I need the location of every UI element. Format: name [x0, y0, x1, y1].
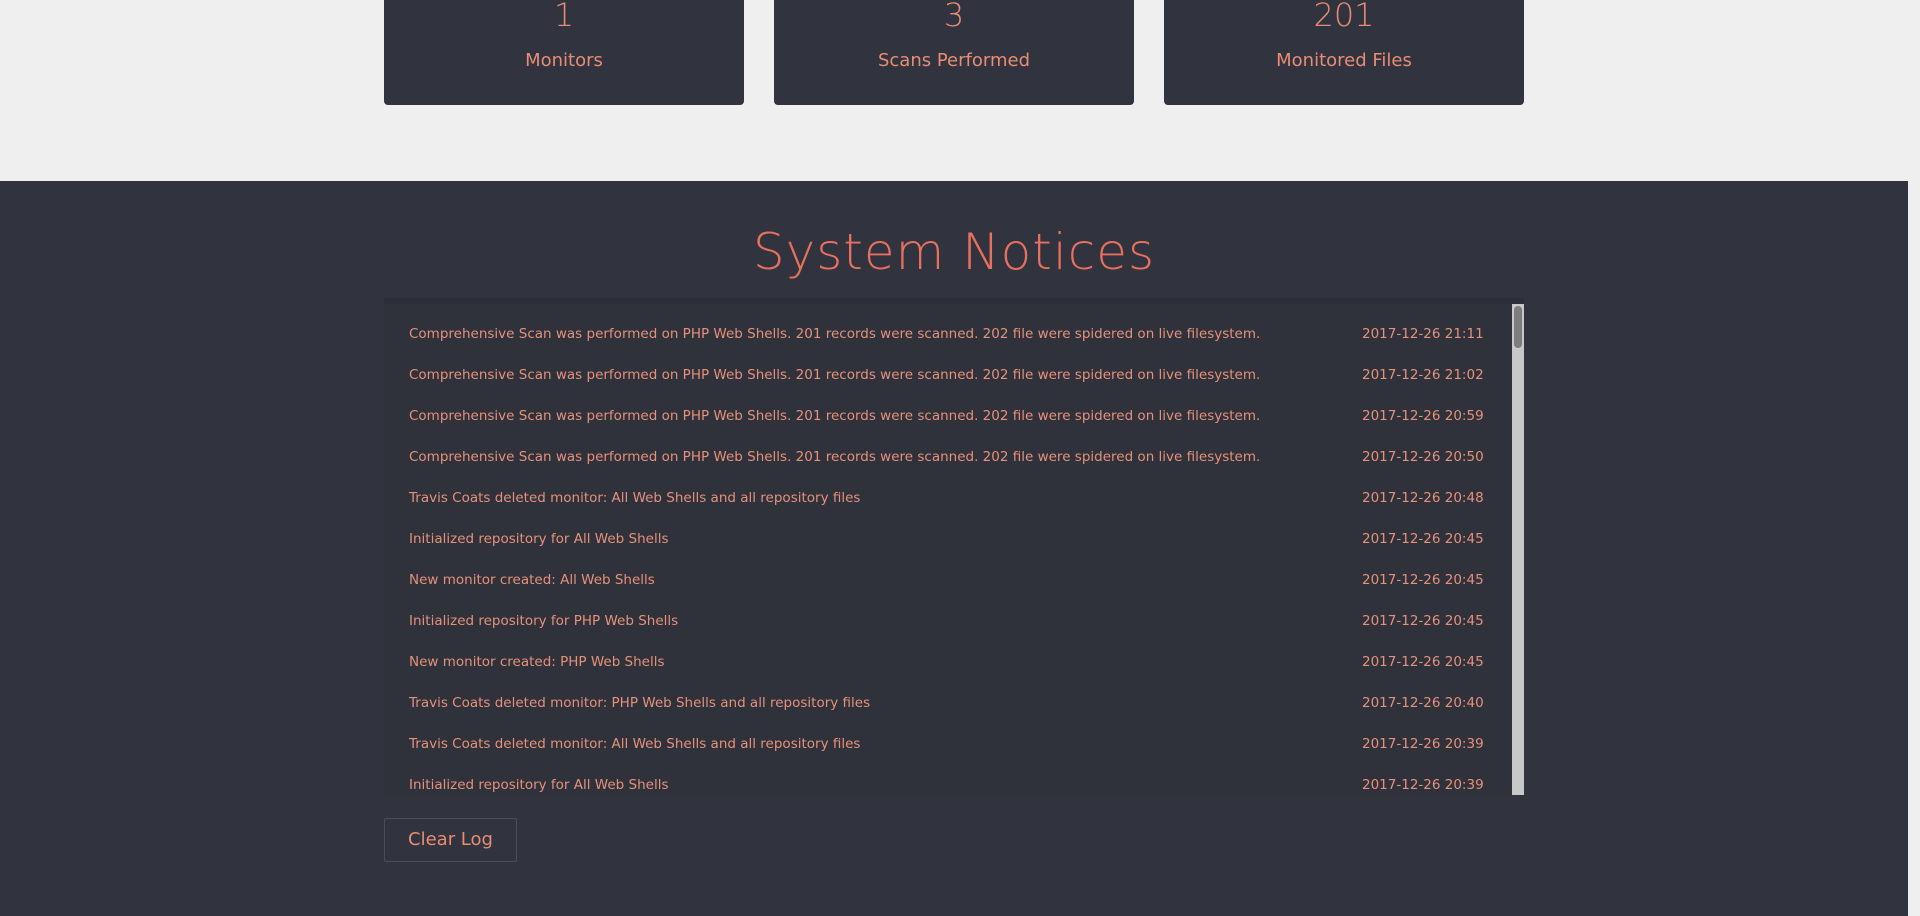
log-entry: New monitor created: PHP Web Shells 2017-…: [384, 642, 1512, 683]
log-entry: Travis Coats deleted monitor: PHP Web Sh…: [384, 683, 1512, 724]
log-message: Initialized repository for All Web Shell…: [409, 777, 669, 793]
log-timestamp: 2017-12-26 20:59: [1362, 408, 1484, 424]
stat-value: 201: [1313, 0, 1375, 34]
log-message: Comprehensive Scan was performed on PHP …: [409, 367, 1261, 383]
log-message: Initialized repository for PHP Web Shell…: [409, 613, 679, 629]
log-message: Travis Coats deleted monitor: PHP Web Sh…: [409, 695, 871, 711]
log-entry: Initialized repository for All Web Shell…: [384, 765, 1512, 795]
log-timestamp: 2017-12-26 20:39: [1362, 777, 1484, 793]
log-entry: Travis Coats deleted monitor: All Web Sh…: [384, 478, 1512, 519]
stat-card-monitors: 1 Monitors: [384, 0, 744, 105]
log-entry: Comprehensive Scan was performed on PHP …: [384, 314, 1512, 355]
stat-label: Monitors: [525, 50, 603, 71]
stat-value: 3: [943, 0, 965, 34]
log-timestamp: 2017-12-26 20:48: [1362, 490, 1484, 506]
scrollbar-thumb[interactable]: [1514, 306, 1522, 348]
stat-label: Monitored Files: [1276, 50, 1412, 71]
log-entry: Comprehensive Scan was performed on PHP …: [384, 437, 1512, 478]
log-timestamp: 2017-12-26 20:40: [1362, 695, 1484, 711]
clear-log-button[interactable]: Clear Log: [384, 818, 517, 862]
log-entry: New monitor created: All Web Shells 2017-…: [384, 560, 1512, 601]
system-notices-section: System Notices Initialized repository fo…: [0, 181, 1908, 916]
log-message: Travis Coats deleted monitor: All Web Sh…: [409, 490, 861, 506]
section-title: System Notices: [752, 223, 1156, 281]
log-message: Initialized repository for All Web Shell…: [409, 531, 669, 547]
log-timestamp: 2017-12-26 20:50: [1362, 449, 1484, 465]
log-entry: Comprehensive Scan was performed on PHP …: [384, 396, 1512, 437]
log-timestamp: 2017-12-26 20:45: [1362, 531, 1484, 547]
log-message: Comprehensive Scan was performed on PHP …: [409, 449, 1261, 465]
log-timestamp: 2017-12-26 20:45: [1362, 613, 1484, 629]
log-timestamp: 2017-12-26 20:45: [1362, 572, 1484, 588]
stat-card-scans: 3 Scans Performed: [774, 0, 1134, 105]
log-entry: Initialized repository for All Web Shell…: [384, 519, 1512, 560]
log-entry: Travis Coats deleted monitor: All Web Sh…: [384, 724, 1512, 765]
notice-log[interactable]: Initialized repository for All Web Shell…: [384, 298, 1524, 795]
stat-label: Scans Performed: [877, 50, 1030, 71]
log-entry: Comprehensive Scan was performed on PHP …: [384, 355, 1512, 396]
log-timestamp: 2017-12-26 21:02: [1362, 367, 1484, 383]
log-message: New monitor created: PHP Web Shells: [409, 654, 665, 670]
stats-section: 1 Monitors 3 Scans Performed 201 Monitor…: [0, 0, 1920, 181]
log-timestamp: 2017-12-26 21:11: [1362, 326, 1484, 342]
log-timestamp: 2017-12-26 20:39: [1362, 736, 1484, 752]
log-scrollbar[interactable]: [1512, 304, 1524, 795]
stat-card-files: 201 Monitored Files: [1164, 0, 1524, 105]
stat-value: 1: [553, 0, 575, 34]
log-message: Comprehensive Scan was performed on PHP …: [409, 326, 1261, 342]
log-entry: Initialized repository for PHP Web Shell…: [384, 601, 1512, 642]
log-message: Comprehensive Scan was performed on PHP …: [409, 408, 1261, 424]
log-message: New monitor created: All Web Shells: [409, 572, 655, 588]
log-message: Travis Coats deleted monitor: All Web Sh…: [409, 736, 861, 752]
log-timestamp: 2017-12-26 20:45: [1362, 654, 1484, 670]
